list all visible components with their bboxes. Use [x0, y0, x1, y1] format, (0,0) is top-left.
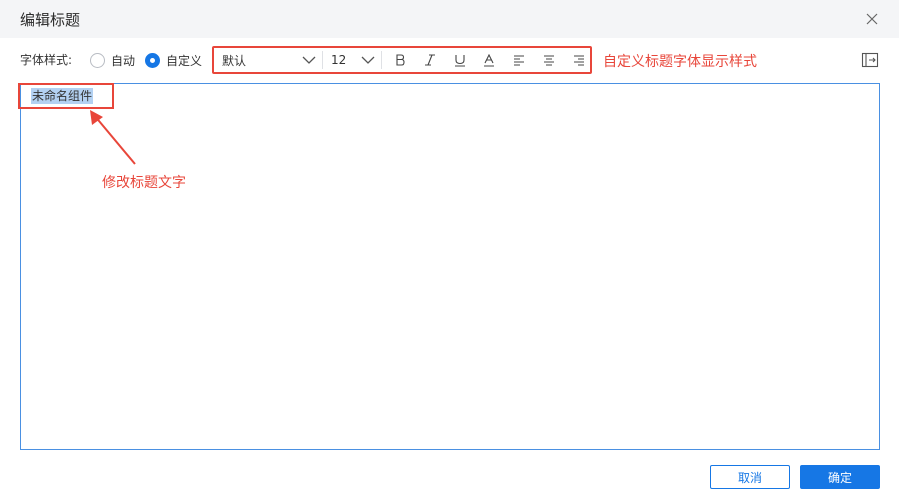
annotation-arrow	[90, 110, 136, 165]
font-family-select[interactable]: 默认	[218, 50, 318, 70]
chevron-down-icon	[361, 56, 375, 64]
font-family-value: 默认	[222, 53, 247, 68]
cancel-button[interactable]: 取消	[710, 465, 790, 489]
toolbar-divider	[322, 51, 323, 69]
toolbar-annotation: 自定义标题字体显示样式	[603, 54, 757, 70]
expand-icon[interactable]	[861, 52, 879, 68]
italic-icon[interactable]	[420, 51, 440, 69]
toolbar-divider	[381, 51, 382, 69]
font-size-value: 12	[331, 53, 347, 67]
close-icon[interactable]	[862, 9, 882, 29]
ok-button[interactable]: 确定	[800, 465, 880, 489]
align-left-icon[interactable]	[509, 51, 529, 69]
dialog-header: 编辑标题	[0, 0, 899, 38]
chevron-down-icon	[302, 56, 316, 64]
font-size-select[interactable]: 12	[327, 50, 377, 70]
font-style-label: 字体样式:	[20, 53, 73, 67]
radio-circle[interactable]	[90, 52, 105, 68]
dialog-title: 编辑标题	[20, 11, 81, 29]
font-color-icon[interactable]	[479, 51, 499, 69]
underline-icon[interactable]	[450, 51, 470, 69]
radio-auto[interactable]: 自动	[90, 52, 135, 68]
radio-custom-label: 自定义	[166, 53, 203, 68]
radio-custom[interactable]: 自定义	[145, 52, 202, 68]
text-annotation: 修改标题文字	[102, 175, 186, 191]
font-toolbar: 默认 12	[212, 46, 592, 74]
align-center-icon[interactable]	[539, 51, 559, 69]
bold-icon[interactable]	[390, 51, 410, 69]
radio-circle[interactable]	[145, 52, 160, 68]
align-right-icon[interactable]	[569, 51, 589, 69]
radio-auto-label: 自动	[111, 53, 136, 68]
